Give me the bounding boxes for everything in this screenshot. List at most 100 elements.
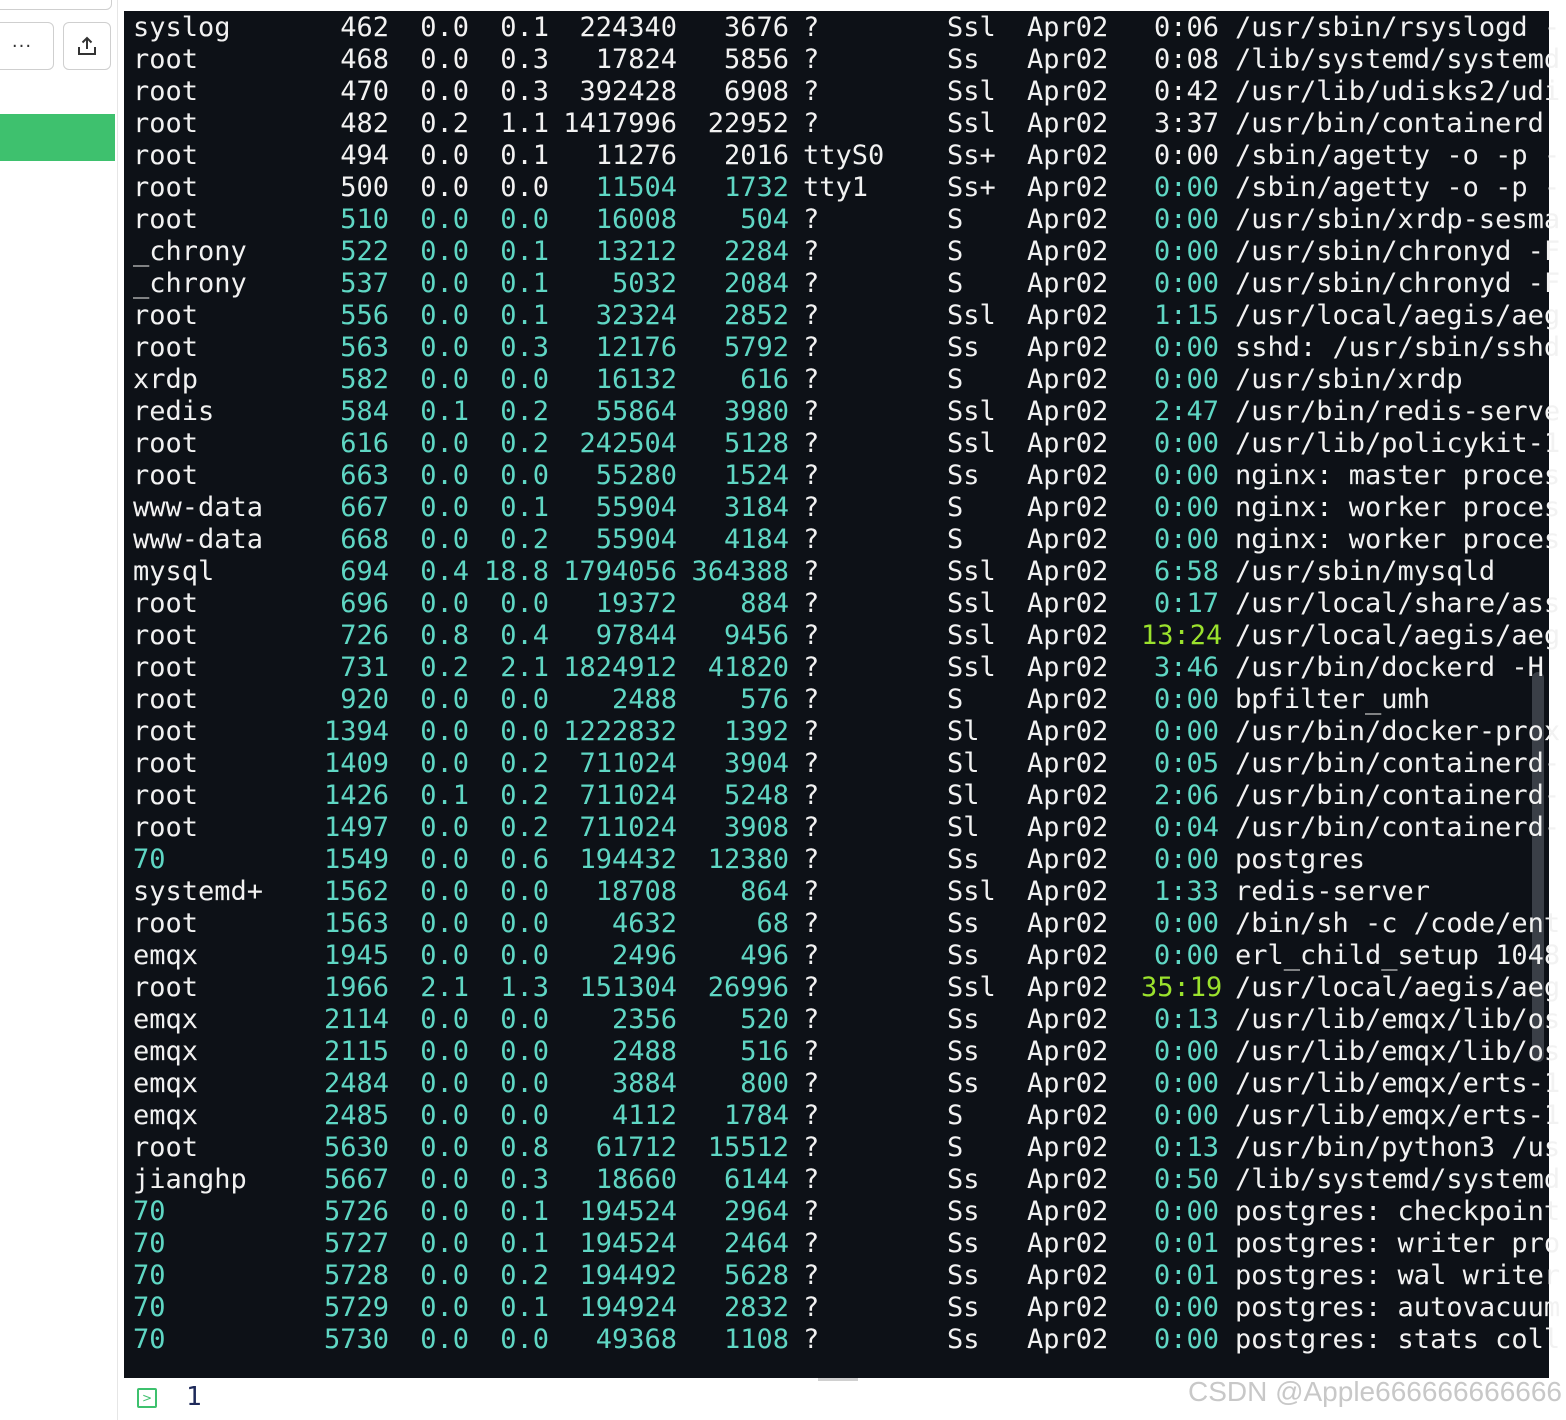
process-cmd: postgres: writer pro xyxy=(1235,1228,1561,1259)
process-mem: 0.0 xyxy=(500,1036,549,1067)
watermark: CSDN @Apple666666666666 xyxy=(1187,1376,1562,1407)
process-cpu: 0.0 xyxy=(420,748,469,779)
process-cmd: nginx: master proces xyxy=(1235,460,1561,491)
process-tty: ? xyxy=(803,1132,820,1163)
process-pid: 696 xyxy=(340,588,389,619)
process-start: Apr02 xyxy=(1027,1036,1109,1067)
process-mem: 0.2 xyxy=(500,812,549,843)
process-pid: 1945 xyxy=(323,940,389,971)
process-vsz: 711024 xyxy=(579,812,677,843)
process-stat: Ss xyxy=(947,1036,980,1067)
process-mem: 0.0 xyxy=(500,1324,549,1355)
process-user: jianghp xyxy=(133,1164,247,1195)
process-mem: 0.2 xyxy=(500,780,549,811)
process-pid: 663 xyxy=(340,460,389,491)
process-tty: ? xyxy=(803,972,820,1003)
process-row: emqx 2484 0.0 0.0 3884 800? Ss Apr02 0:00/usr/li… xyxy=(133,1068,1565,1100)
process-mem: 0.0 xyxy=(500,684,549,715)
terminal-prompt-icon[interactable]: > xyxy=(137,1388,157,1408)
process-time: 35:19 xyxy=(1141,972,1223,1003)
process-cpu: 0.0 xyxy=(420,364,469,395)
process-time: 0:50 xyxy=(1153,1164,1219,1195)
process-time: 1:15 xyxy=(1153,300,1219,331)
process-start: Apr02 xyxy=(1027,1228,1109,1259)
process-row: emqx 2115 0.0 0.0 2488 516? Ss Apr02 0:00/usr/li… xyxy=(133,1036,1565,1068)
process-start: Apr02 xyxy=(1027,876,1109,907)
process-user: root xyxy=(133,684,199,715)
process-stat: S xyxy=(947,1132,964,1163)
process-pid: 1562 xyxy=(323,876,389,907)
process-time: 0:00 xyxy=(1153,1324,1219,1355)
process-stat: Ss xyxy=(947,44,980,75)
process-stat: Sl xyxy=(947,748,980,779)
process-mem: 0.1 xyxy=(500,492,549,523)
process-user: root xyxy=(133,652,199,683)
process-row: root 731 0.2 2.1 1824912 41820? Ssl Apr02 3:46/u… xyxy=(133,652,1565,684)
process-stat: Ssl xyxy=(947,76,996,107)
process-mem: 0.6 xyxy=(500,844,549,875)
process-cmd: /sbin/agetty -o -p - xyxy=(1235,172,1561,203)
process-start: Apr02 xyxy=(1027,236,1109,267)
process-cmd: /usr/sbin/chronyd -F xyxy=(1235,236,1561,267)
process-cmd: nginx: worker proces xyxy=(1235,492,1561,523)
process-start: Apr02 xyxy=(1027,140,1109,171)
process-vsz: 3884 xyxy=(611,1068,677,1099)
process-vsz: 55904 xyxy=(595,492,677,523)
process-start: Apr02 xyxy=(1027,1196,1109,1227)
process-time: 0:00 xyxy=(1153,268,1219,299)
process-vsz: 1417996 xyxy=(563,108,677,139)
process-time: 0:00 xyxy=(1153,428,1219,459)
process-tty: ? xyxy=(803,204,820,235)
process-user: root xyxy=(133,172,199,203)
process-stat: Ssl xyxy=(947,588,996,619)
active-item-bar[interactable] xyxy=(0,114,115,161)
process-row: root 494 0.0 0.1 11276 2016 ttyS0 Ss+ Apr02 0:00 /… xyxy=(133,140,1565,172)
process-start: Apr02 xyxy=(1027,1004,1109,1035)
process-rss: 1524 xyxy=(723,460,789,491)
process-mem: 0.0 xyxy=(500,908,549,939)
process-row: root 920 0.0 0.0 2488 576? S Apr02 0:00 bpfilter_… xyxy=(133,684,1565,716)
process-cmd: postgres: autovacuum xyxy=(1235,1292,1561,1323)
process-row: root 663 0.0 0.0 55280 1524? Ss Apr02 0:00 nginx:… xyxy=(133,460,1565,492)
process-time: 0:00 xyxy=(1153,332,1219,363)
process-stat: Ss xyxy=(947,1196,980,1227)
process-row: root 1394 0.0 0.0 1222832 1392? Sl Apr02 0:00/us… xyxy=(133,716,1565,748)
process-time: 0:01 xyxy=(1153,1228,1219,1259)
process-vsz: 2496 xyxy=(611,940,677,971)
process-tty: ttyS0 xyxy=(803,140,885,171)
process-mem: 0.2 xyxy=(500,524,549,555)
process-cpu: 0.0 xyxy=(420,1132,469,1163)
share-button[interactable] xyxy=(63,22,111,70)
process-pid: 537 xyxy=(340,268,389,299)
process-rss: 5248 xyxy=(723,780,789,811)
process-mem: 0.3 xyxy=(500,44,549,75)
process-cpu: 0.0 xyxy=(420,428,469,459)
process-stat: Ss xyxy=(947,1164,980,1195)
process-vsz: 2488 xyxy=(611,684,677,715)
process-pid: 2485 xyxy=(323,1100,389,1131)
horizontal-scroll-handle[interactable] xyxy=(818,1378,858,1381)
process-mem: 0.1 xyxy=(500,1196,549,1227)
more-options-button[interactable]: ··· xyxy=(0,22,54,70)
process-pid: 726 xyxy=(340,620,389,651)
process-tty: ? xyxy=(803,1228,820,1259)
process-time: 0:05 xyxy=(1153,748,1219,779)
process-start: Apr02 xyxy=(1027,1164,1109,1195)
process-start: Apr02 xyxy=(1027,460,1109,491)
process-pid: 5667 xyxy=(323,1164,389,1195)
process-stat: S xyxy=(947,236,964,267)
process-cmd: /usr/local/aegis/aeg xyxy=(1235,972,1561,1003)
toolbar-button-fragment[interactable] xyxy=(0,0,112,10)
process-stat: Ss xyxy=(947,1004,980,1035)
process-tty: ? xyxy=(803,44,820,75)
process-tty: ? xyxy=(803,1196,820,1227)
process-cmd: /usr/sbin/mysqld xyxy=(1235,556,1496,587)
process-vsz: 194924 xyxy=(579,1292,677,1323)
process-cmd: bpfilter_umh xyxy=(1235,684,1431,715)
process-start: Apr02 xyxy=(1027,44,1109,75)
process-row: root 470 0.0 0.3 392428 6908? Ssl Apr02 0:42/usr… xyxy=(133,76,1565,108)
process-row: root 1966 2.1 1.3 151304 26996? Ssl Apr02 35:19 /… xyxy=(133,972,1565,1004)
process-mem: 0.0 xyxy=(500,172,549,203)
process-row: 70 5727 0.0 0.1 194524 2464? Ss Apr02 0:01 postgr… xyxy=(133,1228,1565,1260)
process-row: emqx 2485 0.0 0.0 4112 1784? S Apr02 0:00/usr/li… xyxy=(133,1100,1565,1132)
